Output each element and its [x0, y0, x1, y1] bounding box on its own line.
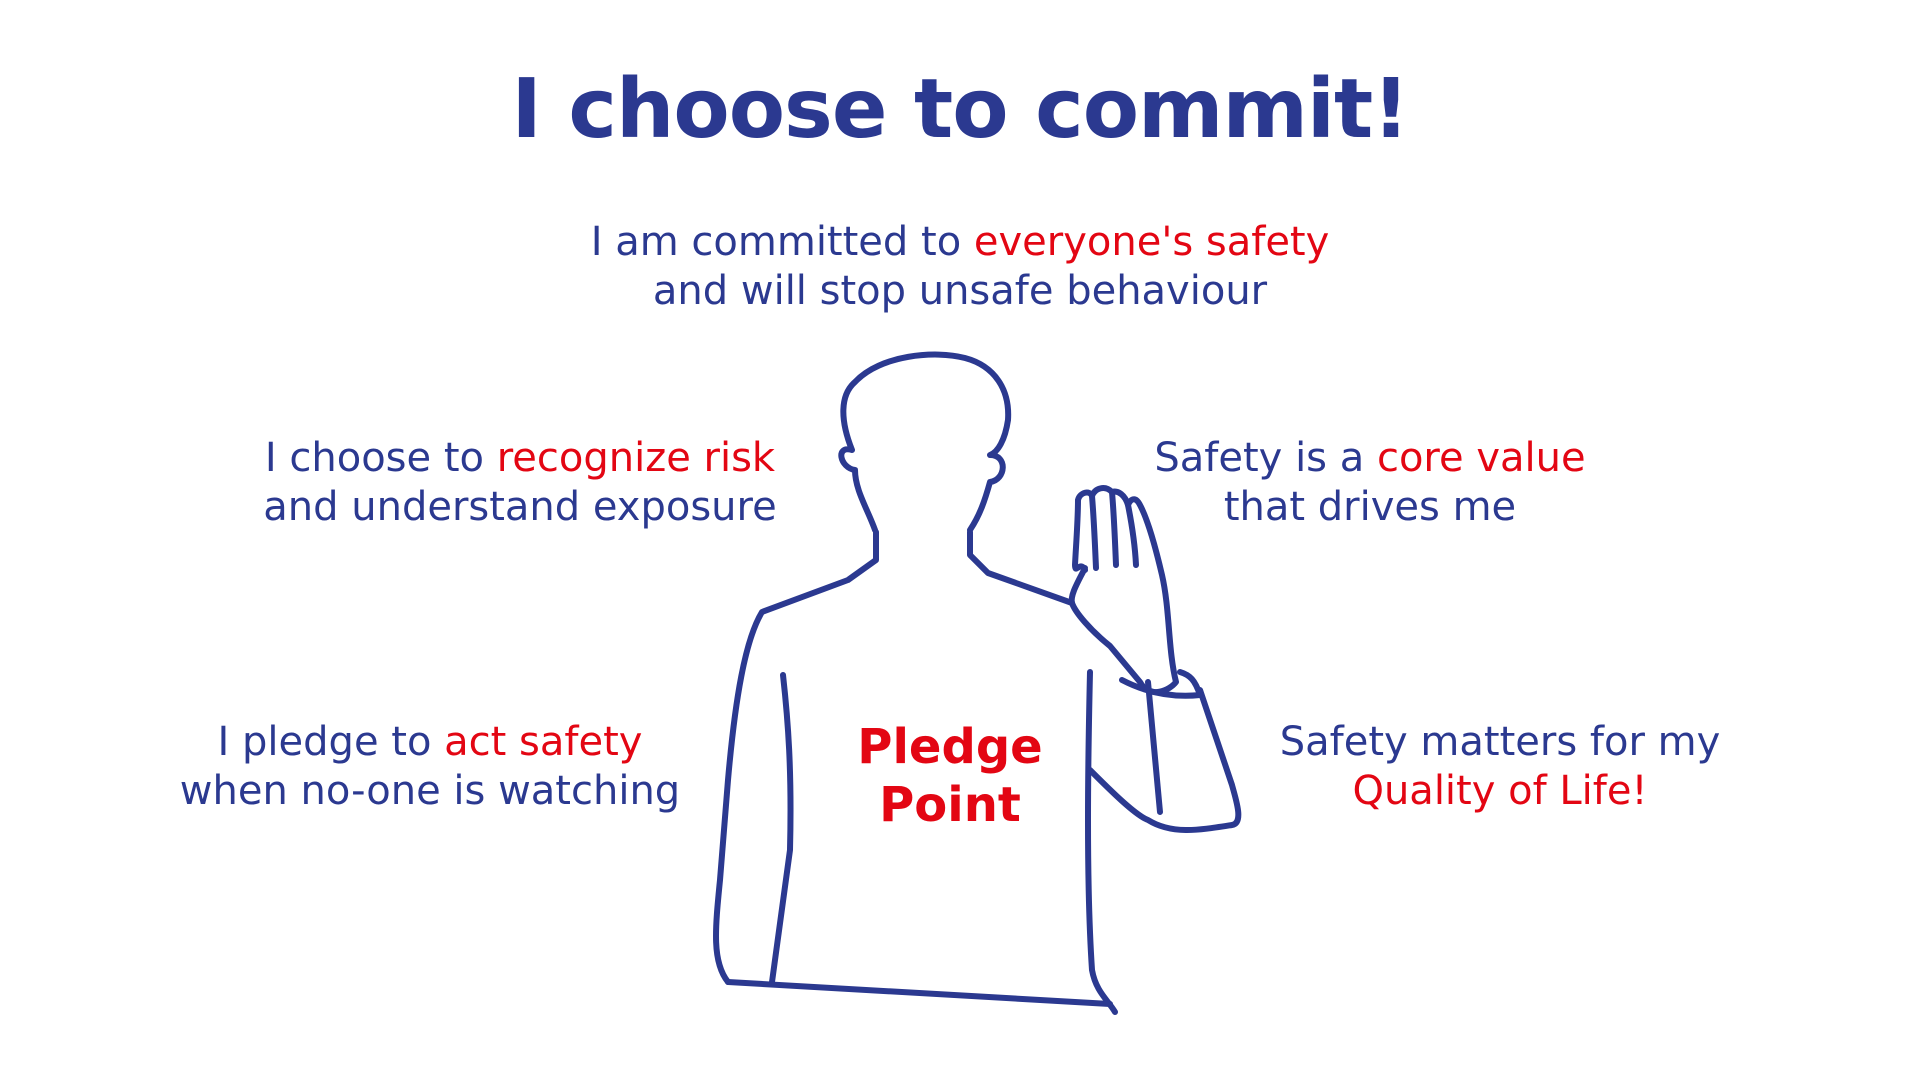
figure-finger-lines — [1089, 489, 1139, 571]
pledge-label-line: Pledge — [857, 719, 1043, 775]
figure-thumb — [1068, 565, 1088, 606]
person-raising-hand-icon — [713, 351, 1242, 1015]
figure-hand — [1069, 485, 1179, 696]
figure-right-shoulder — [967, 529, 1075, 606]
pledge-label-line: Point — [879, 777, 1021, 833]
figure-left-arm-inner — [769, 672, 794, 985]
pledge-point-label: Pledge Point — [800, 718, 1100, 834]
figure-head-outline — [838, 351, 1012, 533]
figure-hem — [725, 979, 1113, 1007]
figure-forearm — [1087, 687, 1242, 833]
figure-forearm-inner — [1145, 679, 1163, 815]
